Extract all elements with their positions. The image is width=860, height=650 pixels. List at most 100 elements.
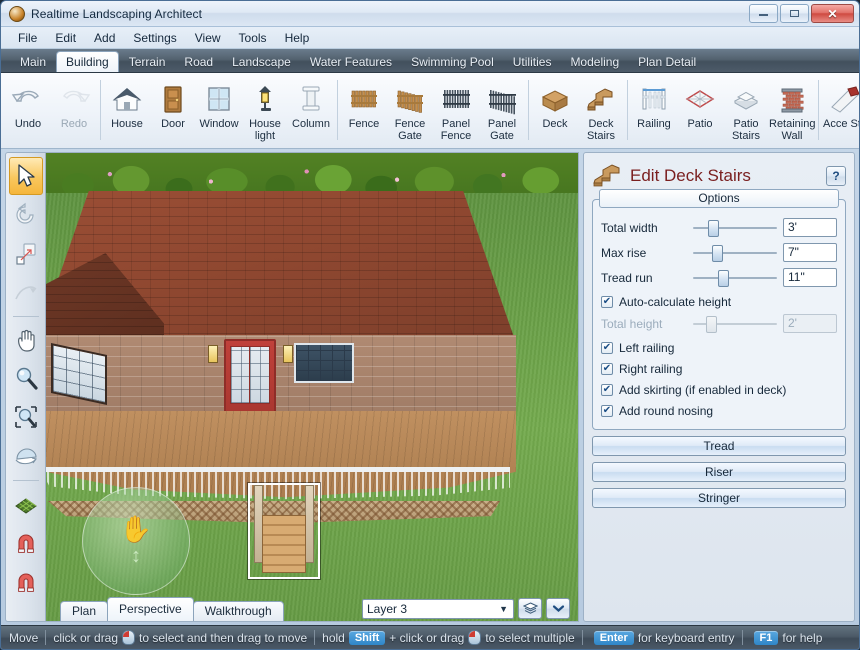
ribbon-button-house[interactable]: House <box>104 77 150 145</box>
column-icon <box>291 81 331 117</box>
patio-stairs-icon <box>733 91 759 110</box>
slider-value[interactable]: 11" <box>783 268 837 287</box>
snap-angle-tool[interactable] <box>9 563 43 601</box>
move-gizmo[interactable]: ✋ ↕ <box>82 487 190 595</box>
slider-thumb[interactable] <box>718 269 730 287</box>
tab-terrain[interactable]: Terrain <box>120 53 175 72</box>
maximize-button[interactable] <box>780 4 809 23</box>
minimize-button[interactable] <box>749 4 778 23</box>
tab-modeling[interactable]: Modeling <box>561 53 628 72</box>
3d-viewport[interactable]: ✋ ↕ Plan Perspective Walkthrough Layer 3 ▼ <box>45 152 579 622</box>
bend-tool[interactable] <box>9 274 43 312</box>
slider-label: Tread run <box>601 270 653 285</box>
ribbon-button-door[interactable]: Door <box>150 77 196 145</box>
menu-item-file[interactable]: File <box>9 29 46 47</box>
menu-item-tools[interactable]: Tools <box>230 29 276 47</box>
checkbox-add-round-nosing[interactable]: ✔ Add round nosing <box>601 400 837 421</box>
select-arrow-tool[interactable] <box>8 157 43 195</box>
total-height-value: 2' <box>783 314 837 333</box>
button-riser[interactable]: Riser <box>592 462 846 482</box>
panel-gate-icon <box>489 90 516 115</box>
ribbon-button-label: Patio <box>687 118 713 130</box>
ribbon-button-railing[interactable]: Railing <box>631 77 677 145</box>
layer-select[interactable]: Layer 3 ▼ <box>362 598 514 619</box>
layer-dropdown-button[interactable] <box>546 598 570 619</box>
french-door <box>224 339 276 415</box>
window-icon <box>208 87 230 111</box>
grid-tool[interactable] <box>9 485 43 523</box>
patio-icon <box>685 90 715 108</box>
menu-item-settings[interactable]: Settings <box>124 29 185 47</box>
tool-separator <box>12 316 39 317</box>
accent-strip-icon <box>831 86 859 113</box>
ribbon-button-column[interactable]: Column <box>288 77 334 145</box>
slider-total-width[interactable] <box>693 219 777 237</box>
redo-arrow-icon <box>63 90 91 103</box>
snap-tool[interactable] <box>9 524 43 562</box>
ribbon-button-retaining-wall[interactable]: Retaining Wall <box>769 77 815 145</box>
selected-deck-stairs[interactable] <box>248 483 320 579</box>
ribbon-button-undo[interactable]: Undo <box>5 77 51 145</box>
button-tread[interactable]: Tread <box>592 436 846 456</box>
checkbox-right-railing[interactable]: ✔ Right railing <box>601 358 837 379</box>
slider-thumb[interactable] <box>712 244 724 262</box>
slider-max-rise[interactable] <box>693 244 777 262</box>
divider <box>314 630 316 645</box>
scale-tool[interactable] <box>9 235 43 273</box>
checkbox-add-skirting-if-enabled-in-deck[interactable]: ✔ Add skirting (if enabled in deck) <box>601 379 837 400</box>
ribbon-button-deck[interactable]: Deck <box>532 77 578 145</box>
pan-tool[interactable] <box>9 321 43 359</box>
ribbon-button-panel-gate[interactable]: Panel Gate <box>479 77 525 145</box>
tab-swimming-pool[interactable]: Swimming Pool <box>402 53 503 72</box>
ribbon-button-panel-fence[interactable]: Panel Fence <box>433 77 479 145</box>
tab-main[interactable]: Main <box>11 53 55 72</box>
ribbon-button-fence-gate[interactable]: Fence Gate <box>387 77 433 145</box>
zoom-region-tool[interactable] <box>9 399 43 437</box>
ribbon-button-deck-stairs[interactable]: Deck Stairs <box>578 77 624 145</box>
tab-plan-detail[interactable]: Plan Detail <box>629 53 705 72</box>
ribbon-button-patio[interactable]: Patio <box>677 77 723 145</box>
panel-buttons: Tread Riser Stringer <box>592 430 846 508</box>
ribbon-button-label: Patio Stairs <box>731 118 761 142</box>
view-tab-plan[interactable]: Plan <box>60 601 109 621</box>
view-tab-walkthrough[interactable]: Walkthrough <box>192 601 284 621</box>
checkbox-left-railing[interactable]: ✔ Left railing <box>601 337 837 358</box>
tab-water-features[interactable]: Water Features <box>301 53 401 72</box>
tab-road[interactable]: Road <box>175 53 222 72</box>
slider-value[interactable]: 7" <box>783 243 837 262</box>
ribbon-button-patio-stairs[interactable]: Patio Stairs <box>723 77 769 145</box>
slider-thumb[interactable] <box>708 219 720 237</box>
orbit-tool[interactable] <box>9 438 43 476</box>
zoom-tool[interactable] <box>9 360 43 398</box>
button-stringer[interactable]: Stringer <box>592 488 846 508</box>
view-tab-perspective[interactable]: Perspective <box>107 597 194 621</box>
divider <box>741 630 743 645</box>
ribbon-button-fence[interactable]: Fence <box>341 77 387 145</box>
ribbon-button-window[interactable]: Window <box>196 77 242 145</box>
view-mode-tabs: Plan Perspective Walkthrough <box>60 597 284 621</box>
tab-utilities[interactable]: Utilities <box>504 53 561 72</box>
ribbon-button-acce-stri[interactable]: Acce Stri <box>822 77 859 145</box>
menu-item-add[interactable]: Add <box>85 29 124 47</box>
status-hint-5: for help <box>782 630 823 645</box>
rotate-tool[interactable] <box>9 196 43 234</box>
menu-item-edit[interactable]: Edit <box>46 29 85 47</box>
slider-value[interactable]: 3' <box>783 218 837 237</box>
magnet-icon <box>17 534 34 553</box>
status-hint-1: click or drag <box>53 630 119 645</box>
close-button[interactable]: ✕ <box>811 4 854 23</box>
house-icon <box>112 88 142 111</box>
fence-icon <box>344 81 384 117</box>
ribbon-button-house-light[interactable]: House light <box>242 77 288 145</box>
tab-landscape[interactable]: Landscape <box>223 53 300 72</box>
layers-stack-button[interactable] <box>518 598 542 619</box>
slider-tread-run[interactable] <box>693 269 777 287</box>
status-plus: + click or drag <box>389 630 465 645</box>
tab-building[interactable]: Building <box>56 51 119 72</box>
slider-row-tread-run: Tread run 11" <box>601 266 837 289</box>
auto-calculate-height-checkbox[interactable]: ✔ Auto-calculate height <box>601 291 837 312</box>
checkbox-label: Right railing <box>619 361 683 376</box>
menu-item-help[interactable]: Help <box>276 29 319 47</box>
help-button[interactable]: ? <box>826 166 846 186</box>
menu-item-view[interactable]: View <box>186 29 230 47</box>
